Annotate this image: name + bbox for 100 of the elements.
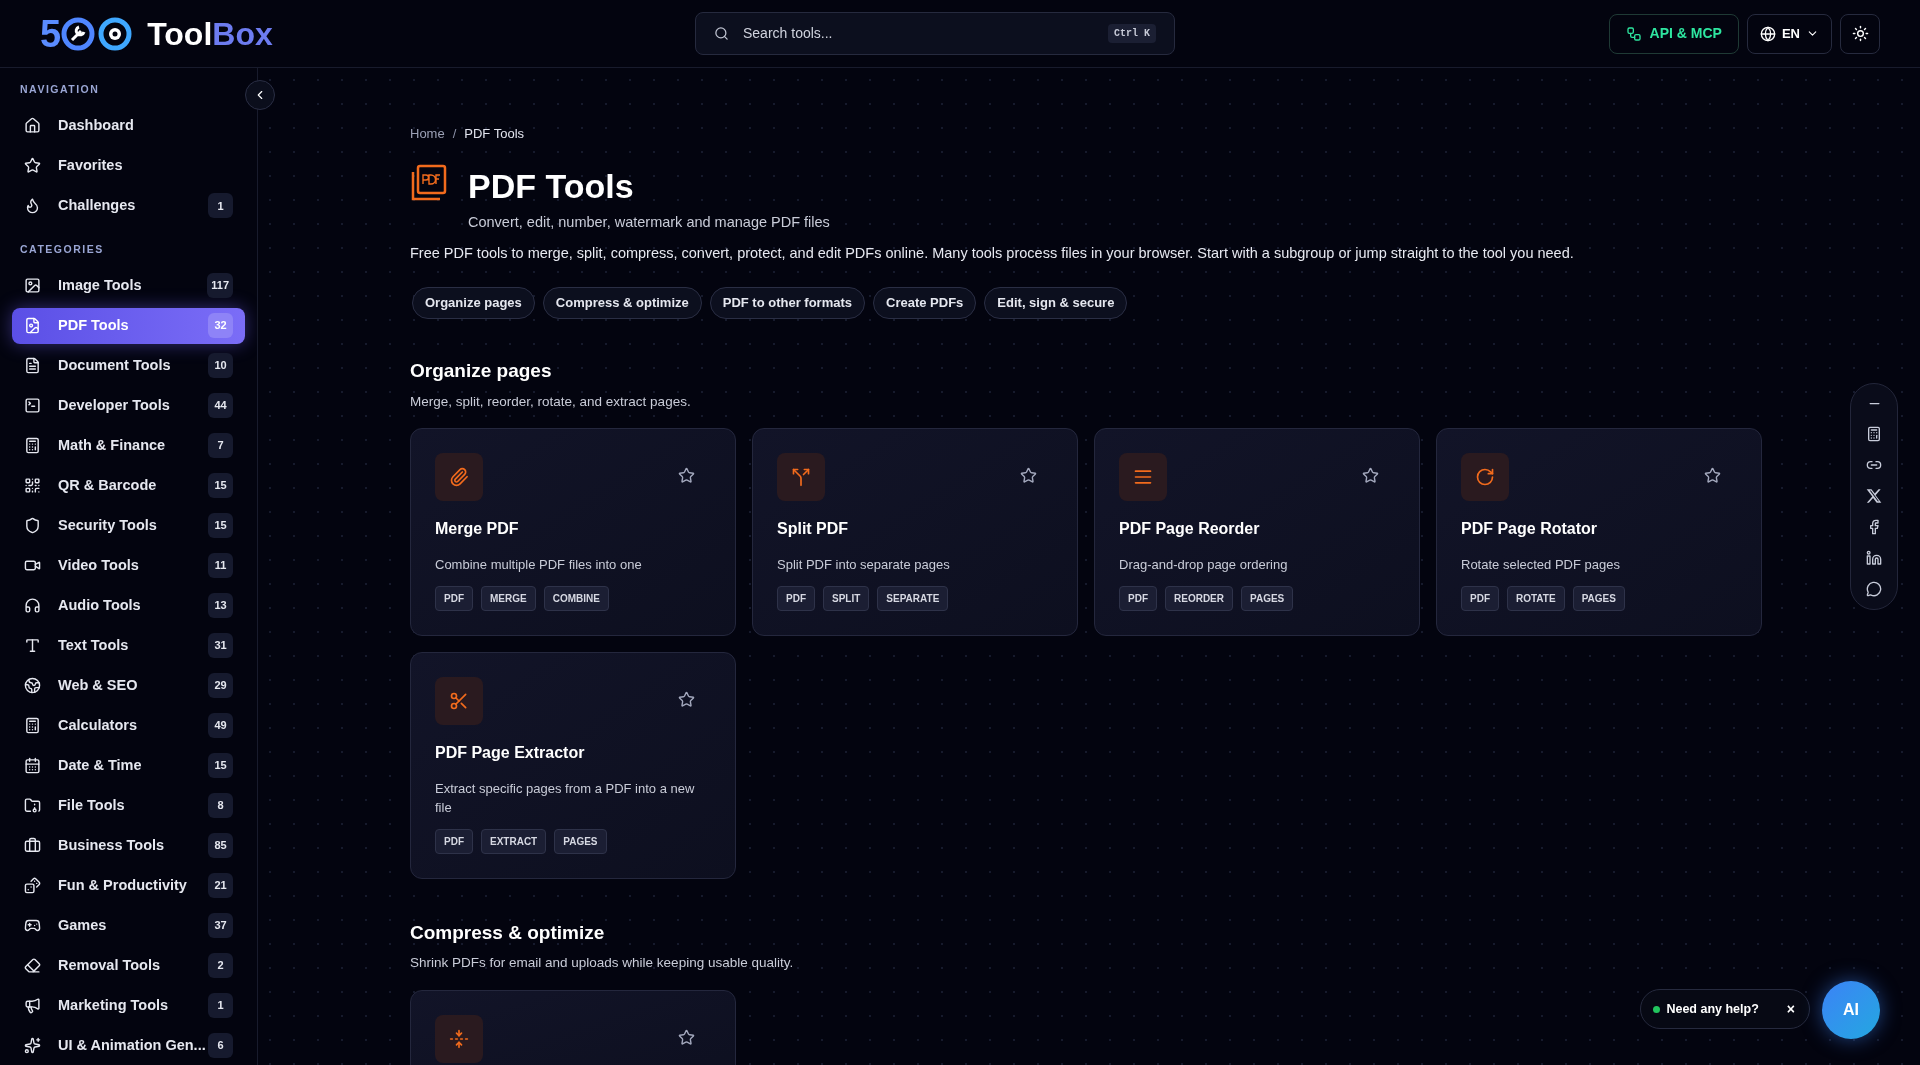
sidebar-item[interactable]: Date & Time 15 (12, 747, 245, 784)
count-badge: 21 (208, 873, 233, 898)
document-icon (24, 357, 41, 374)
section-title: Organize pages (410, 359, 552, 383)
tool-card[interactable]: PDF Page Rotator Rotate selected PDF pages PDF ROTATE PAGES (1436, 427, 1762, 636)
gamepad-icon (24, 917, 41, 934)
sidebar-label: Calculators (58, 715, 138, 735)
text-icon (24, 637, 41, 654)
theme-toggle-button[interactable] (1840, 13, 1880, 54)
sidebar-item[interactable]: Favorites (12, 147, 245, 184)
tag: EXTRACT (481, 828, 547, 854)
globe-icon (1759, 25, 1776, 42)
subgroup-chip[interactable]: Create PDFs (873, 287, 977, 319)
tag: SPLIT (823, 585, 870, 611)
calculator-icon[interactable] (1866, 426, 1882, 442)
tag: SEPARATE (877, 585, 949, 611)
image-icon (24, 277, 41, 294)
sidebar-item[interactable]: Dashboard (12, 107, 245, 144)
sidebar-item[interactable]: PDF Tools 32 (12, 307, 245, 344)
section-title: Compress & optimize (410, 920, 605, 945)
count-badge: 8 (208, 793, 233, 818)
sidebar-label: Date & Time (58, 755, 143, 775)
subgroup-chip[interactable]: Organize pages (412, 287, 535, 319)
favorite-star-icon[interactable] (678, 1028, 695, 1046)
search-input[interactable]: Search tools... (743, 23, 1108, 44)
tag: REORDER (1165, 585, 1233, 611)
tag: PDF (435, 585, 473, 611)
tag: ROTATE (1507, 585, 1565, 611)
sidebar-label: Video Tools (58, 555, 140, 575)
sidebar-item[interactable]: Challenges 1 (12, 187, 245, 224)
favorite-star-icon[interactable] (1362, 466, 1379, 484)
sidebar-item[interactable]: Removal Tools 2 (12, 947, 245, 984)
sidebar-item[interactable]: Business Tools 85 (12, 827, 245, 864)
sidebar-label: Removal Tools (58, 955, 162, 975)
sidebar-item[interactable]: UI & Animation Gen... 6 (12, 1027, 245, 1064)
favorite-star-icon[interactable] (1020, 466, 1037, 484)
sidebar-label: Fun & Productivity (58, 875, 188, 895)
sidebar-label: Business Tools (58, 835, 166, 855)
tool-title: PDF Page Reorder (1119, 518, 1261, 539)
close-button[interactable]: × (1786, 998, 1795, 1020)
count-badge: 15 (208, 753, 233, 778)
subgroup-chip[interactable]: Edit, sign & secure (984, 287, 1128, 319)
x-logo-icon[interactable] (1866, 488, 1882, 504)
count-badge: 117 (207, 273, 233, 298)
sidebar-label: Marketing Tools (58, 995, 170, 1015)
tool-card[interactable]: PDF Page Reorder Drag-and-drop page ordering PDF REORDER PAGES (1094, 427, 1420, 636)
linkedin-icon[interactable] (1866, 550, 1882, 566)
count-badge: 1 (208, 193, 233, 219)
tag: MERGE (481, 585, 536, 611)
intro-text: Free PDF tools to merge, split, compress, convert, protect, and edit PDFs online. Many tools process files in your browser. Start with a subgroup or jump straight to the tool you need. (410, 244, 1575, 264)
language-button[interactable]: EN (1746, 13, 1832, 54)
sidebar-item[interactable]: Audio Tools 13 (12, 587, 245, 624)
pdf-file-icon (24, 317, 41, 334)
count-badge: 44 (208, 393, 233, 418)
tool-card[interactable]: Merge PDF Combine multiple PDF files into one PDF MERGE COMBINE (410, 427, 736, 636)
paperclip-icon (449, 466, 469, 487)
sidebar-label: Math & Finance (58, 435, 167, 455)
sidebar-item[interactable]: Games 37 (12, 907, 245, 944)
count-badge: 1 (208, 993, 233, 1018)
favorite-star-icon[interactable] (1704, 466, 1721, 484)
sidebar-label: Favorites (58, 155, 124, 175)
dice-icon (24, 877, 41, 894)
subgroup-chip[interactable]: PDF to other formats (709, 287, 866, 319)
tool-title: PDF Page Rotator (1461, 518, 1598, 539)
section-heading: CATEGORIES (19, 241, 105, 257)
logo[interactable]: 5 ToolBox (40, 14, 273, 53)
count-badge: 37 (208, 913, 233, 938)
sidebar-item[interactable]: Web & SEO 29 (12, 667, 245, 704)
qr-code-icon (24, 477, 41, 494)
flame-icon (24, 197, 41, 215)
sidebar-item[interactable]: Developer Tools 44 (12, 387, 245, 424)
sidebar-item[interactable]: Image Tools 117 (12, 267, 245, 304)
sidebar-item[interactable]: Document Tools 10 (12, 347, 245, 384)
sidebar-item[interactable]: Marketing Tools 1 (12, 987, 245, 1024)
tool-card[interactable]: PDF Page Extractor Extract specific pages from a PDF into a new file PDF EXTRACT PAGES (410, 651, 736, 879)
sidebar-item[interactable]: Text Tools 31 (12, 627, 245, 664)
sidebar-label: Image Tools (58, 275, 143, 295)
sidebar-item[interactable]: QR & Barcode 15 (12, 467, 245, 504)
tool-title: PDF Page Extractor (435, 742, 586, 763)
tool-card[interactable]: Split PDF Split PDF into separate pages PDF SPLIT SEPARATE (752, 427, 1078, 636)
favorite-star-icon[interactable] (678, 466, 695, 484)
briefcase-icon (24, 837, 41, 854)
calculator-icon (24, 437, 41, 454)
whatsapp-icon[interactable] (1866, 581, 1882, 597)
tool-description: Combine multiple PDF files into one (435, 555, 643, 574)
api-button[interactable]: API & MCP (1608, 13, 1739, 54)
sidebar-item[interactable]: Calculators 49 (12, 707, 245, 744)
sidebar-item[interactable]: Video Tools 11 (12, 547, 245, 584)
favorite-star-icon[interactable] (678, 690, 695, 708)
split-icon (791, 466, 811, 487)
search-field[interactable]: Search tools... Ctrl K (695, 12, 1175, 55)
sidebar-item[interactable]: Fun & Productivity 21 (12, 867, 245, 904)
scissors-icon (449, 690, 469, 711)
sidebar-item[interactable]: Math & Finance 7 (12, 427, 245, 464)
subgroup-chip[interactable]: Compress & optimize (542, 287, 702, 319)
sidebar-item[interactable]: Security Tools 15 (12, 507, 245, 544)
sidebar-label: Challenges (58, 195, 137, 215)
shortcut-hint: Ctrl K (1108, 24, 1156, 43)
breadcrumb-link[interactable]: Home (410, 124, 445, 144)
sidebar-item[interactable]: File Tools 8 (12, 787, 245, 824)
